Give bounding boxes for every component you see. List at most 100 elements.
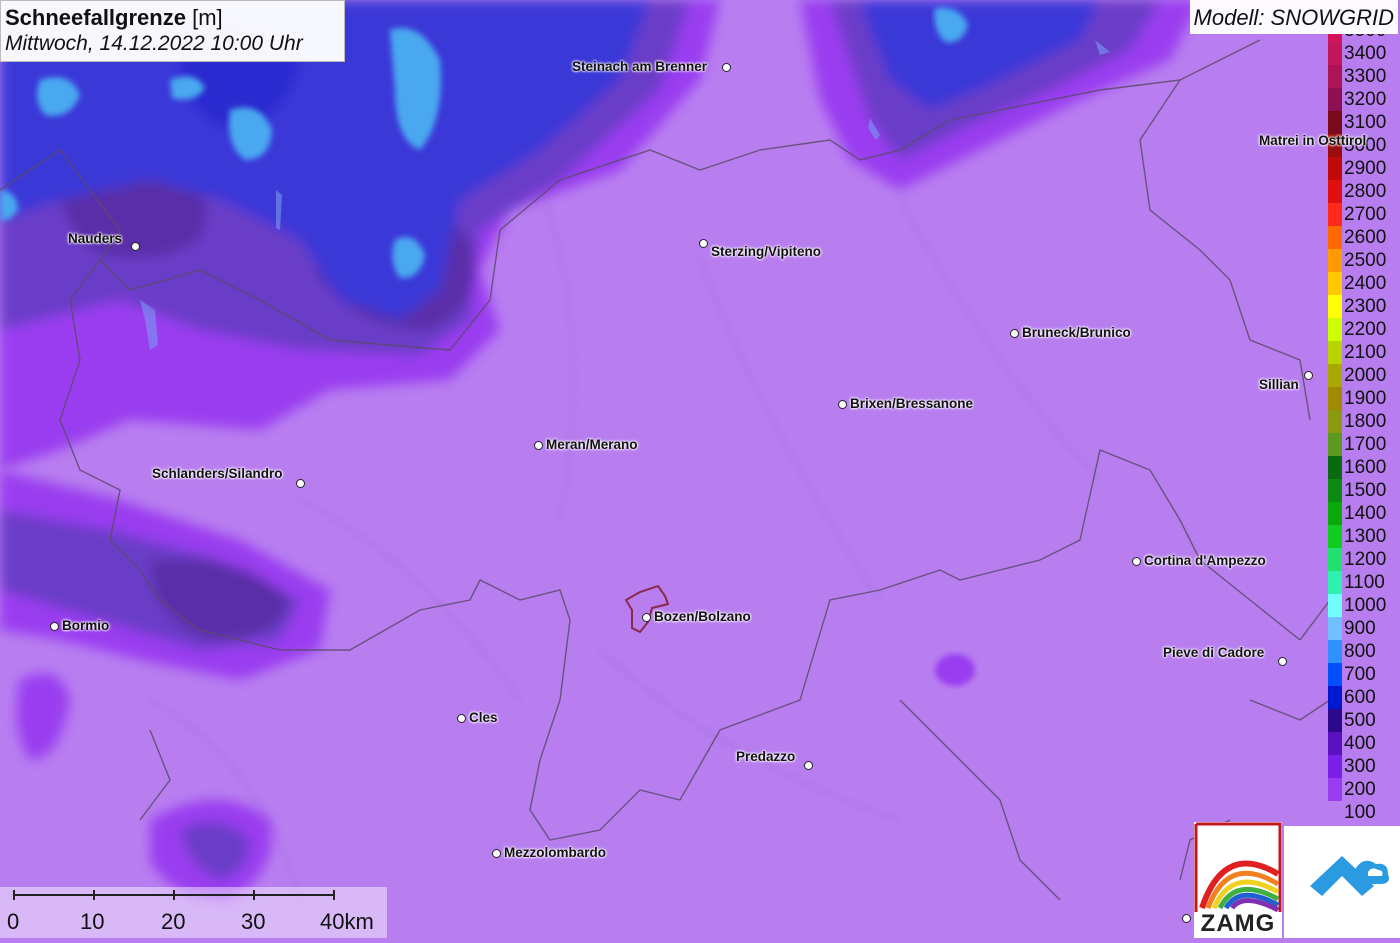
legend-label: 900 [1344,618,1376,639]
legend-row: 1100 [1328,571,1400,594]
scale-bar: 0 10 20 30 40km [0,887,387,938]
city-dot-icon [457,714,466,723]
legend-label: 2400 [1344,273,1387,294]
city-label: Predazzo [736,749,796,764]
legend-swatch [1328,318,1342,341]
legend-row: 1900 [1328,387,1400,410]
city-label: Nauders [68,231,123,246]
city-label: Schlanders/Silandro [152,466,283,481]
city-dot-icon [804,761,813,770]
legend-label: 700 [1344,664,1376,685]
city-label: Brixen/Bressanone [850,396,974,411]
legend-swatch [1328,548,1342,571]
legend-swatch [1328,249,1342,272]
legend-label: 600 [1344,687,1376,708]
legend-row: 3300 [1328,65,1400,88]
legend-label: 3200 [1344,89,1387,110]
legend-row: 1600 [1328,456,1400,479]
scale-label-40km: 40km [320,909,374,934]
legend-swatch [1328,157,1342,180]
legend-label: 1700 [1344,434,1387,455]
legend-swatch [1328,111,1342,134]
city-dot-icon [50,622,59,631]
legend-row: 3200 [1328,88,1400,111]
city-dot-icon [131,242,140,251]
legend-row: 2200 [1328,318,1400,341]
legend-row: 2800 [1328,180,1400,203]
legend-swatch [1328,203,1342,226]
legend-swatch [1328,272,1342,295]
legend-label: 3500 [1344,34,1386,41]
legend-row: 500 [1328,709,1400,732]
legend-label: 1500 [1344,480,1387,501]
city-dot-icon [838,400,847,409]
legend-row: 2300 [1328,295,1400,318]
variable-unit: [m] [192,5,223,30]
city-label: Sterzing/Vipiteno [711,244,822,259]
city-label: Meran/Merano [546,437,638,452]
legend-label: 3100 [1344,112,1387,133]
legend-swatch [1328,433,1342,456]
legend-row: 3500 [1328,34,1400,42]
scale-label-10: 10 [80,909,105,934]
geosphere-logo-icon [1310,856,1389,896]
legend-label: 2200 [1344,319,1387,340]
legend-label: 200 [1344,779,1376,800]
color-legend: 3500340033003200310030002900280027002600… [1328,34,1400,824]
city-label: Steinach am Brenner [572,59,708,74]
city-label: Bruneck/Brunico [1022,325,1131,340]
legend-label: 2600 [1344,227,1387,248]
legend-swatch [1328,778,1342,801]
legend-swatch [1328,686,1342,709]
legend-swatch [1328,410,1342,433]
legend-label: 800 [1344,641,1376,662]
scale-label-30: 30 [241,909,266,934]
legend-label: 1600 [1344,457,1387,478]
legend-swatch [1328,732,1342,755]
city-dot-icon [699,239,708,248]
zamg-logo: ZAMG [1194,822,1282,938]
legend-label: 1200 [1344,549,1387,570]
legend-label: 100 [1344,802,1376,823]
city-dot-icon [642,613,651,622]
legend-label: 2900 [1344,158,1387,179]
legend-row: 100 [1328,801,1400,824]
city-dot-icon [1132,557,1141,566]
legend-row: 2500 [1328,249,1400,272]
legend-row: 1400 [1328,502,1400,525]
legend-row: 200 [1328,778,1400,801]
city-label: Sillian [1259,377,1299,392]
map-datetime: Mittwoch, 14.12.2022 10:00 Uhr [5,32,303,55]
city-dot-icon [1182,914,1191,923]
legend-swatch [1328,594,1342,617]
scale-label-20: 20 [161,909,186,934]
city-dot-icon [1304,371,1313,380]
legend-label: 1800 [1344,411,1387,432]
variable-name: Schneefallgrenze [5,5,186,30]
geosphere-logo [1284,826,1400,938]
legend-row: 2000 [1328,364,1400,387]
city-label: Mezzolombardo [504,845,607,860]
legend-swatch [1328,295,1342,318]
legend-row: 400 [1328,732,1400,755]
city-dot-icon [1278,657,1287,666]
legend-row: 300 [1328,755,1400,778]
legend-label: 1400 [1344,503,1387,524]
legend-label: 3300 [1344,66,1387,87]
legend-row: 2100 [1328,341,1400,364]
legend-swatch [1328,42,1342,65]
legend-row: 800 [1328,640,1400,663]
legend-swatch [1328,387,1342,410]
city-label: Cles [469,710,498,725]
legend-row: 1800 [1328,410,1400,433]
legend-label: 1100 [1344,572,1385,593]
legend-swatch [1328,88,1342,111]
legend-swatch [1328,640,1342,663]
legend-swatch [1328,65,1342,88]
legend-row: 900 [1328,617,1400,640]
city-dot-icon [1010,329,1019,338]
legend-swatch [1328,617,1342,640]
legend-label: 3400 [1344,43,1387,64]
legend-row: 2400 [1328,272,1400,295]
legend-row: 1700 [1328,433,1400,456]
